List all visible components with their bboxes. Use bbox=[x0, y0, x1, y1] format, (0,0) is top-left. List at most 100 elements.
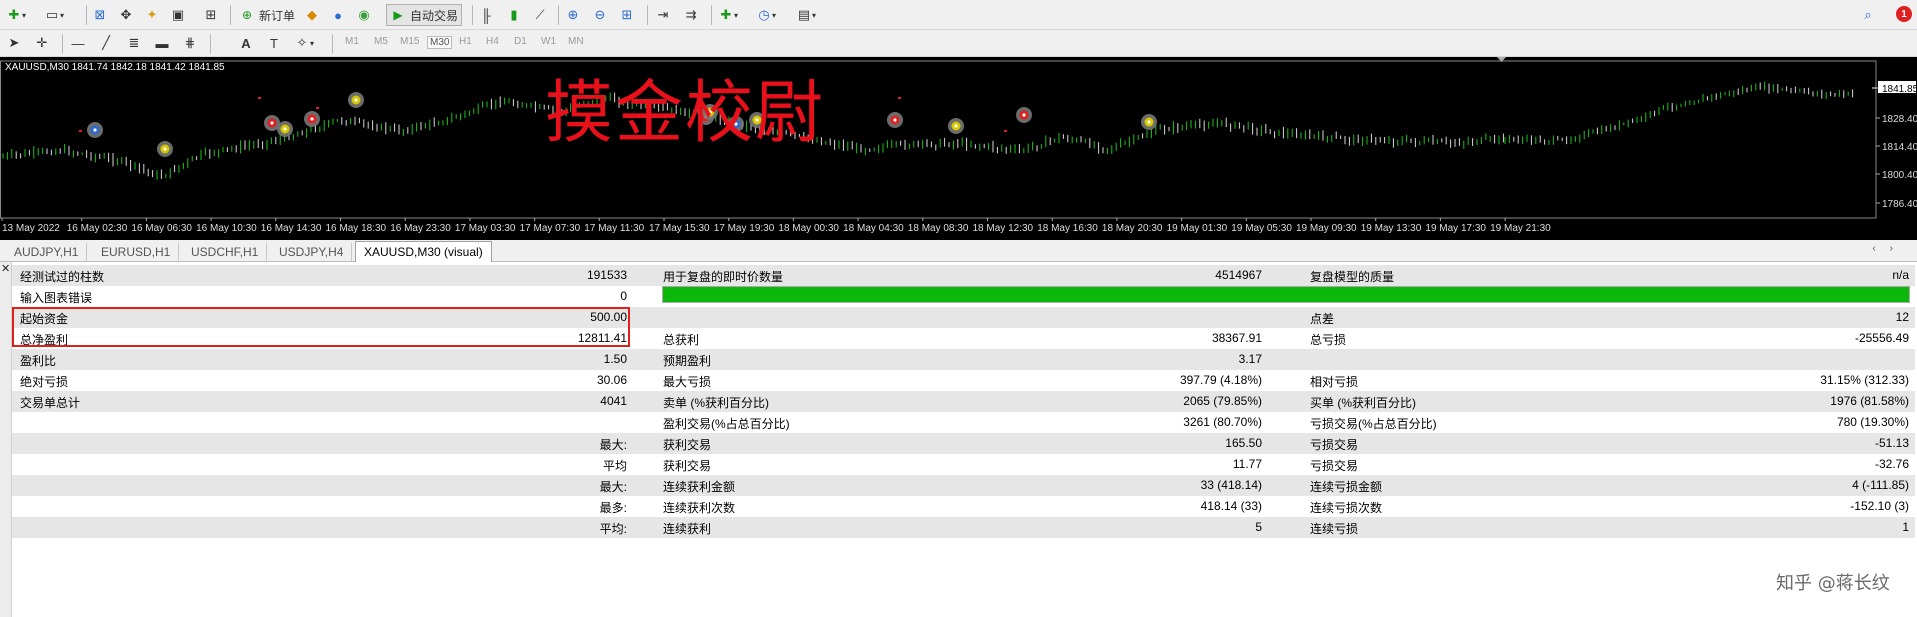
templates-button[interactable]: ▤ ▾ bbox=[796, 4, 816, 26]
auto-scroll-icon: ⇉ bbox=[685, 7, 697, 22]
total-trades-value: 4041 bbox=[600, 394, 627, 408]
shapes-button[interactable]: ✧ ▾ bbox=[294, 32, 314, 54]
tf-w1[interactable]: W1 bbox=[541, 36, 556, 47]
candlestick-button[interactable]: ▮ bbox=[506, 4, 522, 26]
tf-m15[interactable]: M15 bbox=[400, 36, 419, 47]
new-order-label: 新订单 bbox=[259, 8, 296, 23]
panel-side-strip: ✕ bbox=[0, 262, 12, 617]
tf-m1[interactable]: M1 bbox=[345, 36, 359, 47]
consecutive-wins-count-label: 连续获利次数 bbox=[663, 501, 736, 515]
notification-badge[interactable]: 1 bbox=[1896, 6, 1912, 22]
periods-button[interactable]: ◷ ▾ bbox=[756, 4, 776, 26]
data-window-button[interactable]: ✥ bbox=[118, 4, 134, 26]
time-label: 19 May 09:30 bbox=[1296, 223, 1357, 234]
maximal-label: 最多: bbox=[599, 501, 627, 515]
fibo-button[interactable]: ⋕ bbox=[182, 32, 198, 54]
auto-trading-button[interactable]: ▶ 自动交易 bbox=[386, 4, 463, 26]
time-label: 16 May 14:30 bbox=[261, 223, 322, 234]
time-label: 19 May 01:30 bbox=[1167, 223, 1228, 234]
strategy-tester-button[interactable]: ⊞ bbox=[203, 4, 219, 26]
tab-eurusd[interactable]: EURUSD,H1 bbox=[93, 243, 180, 262]
community-button[interactable]: ● bbox=[330, 4, 346, 26]
zoom-out-button[interactable]: ⊖ bbox=[592, 4, 608, 26]
star-icon: ✦ bbox=[146, 7, 158, 22]
market-watch-button[interactable]: ⊠ bbox=[92, 4, 108, 26]
tf-d1[interactable]: D1 bbox=[514, 36, 527, 47]
mismatched-errors-value: 0 bbox=[620, 289, 627, 303]
tf-m30[interactable]: M30 bbox=[427, 36, 453, 49]
search-button[interactable]: ⌕ bbox=[1860, 4, 1876, 26]
time-label: 18 May 12:30 bbox=[973, 223, 1034, 234]
bar-chart-button[interactable]: ╟ bbox=[478, 4, 494, 26]
meta-editor-button[interactable]: ◆ bbox=[304, 4, 320, 26]
text-label-button[interactable]: T bbox=[266, 32, 282, 54]
avg-consecutive-losses-label: 连续亏损 bbox=[1310, 522, 1359, 536]
tile-windows-button[interactable]: ⊞ bbox=[619, 4, 635, 26]
report-row: 平均 获利交易 11.77 亏损交易 -32.76 bbox=[12, 454, 1915, 475]
largest-profit-label: 获利交易 bbox=[663, 438, 712, 452]
footer-watermark: 知乎 @蒋长纹 bbox=[1776, 573, 1890, 594]
tf-h1[interactable]: H1 bbox=[459, 36, 472, 47]
channel-icon: ≣ bbox=[128, 35, 140, 50]
cursor-button[interactable]: ➤ bbox=[6, 32, 22, 54]
trade-marker-center bbox=[354, 98, 358, 102]
time-label: 19 May 21:30 bbox=[1490, 223, 1551, 234]
auto-trading-label: 自动交易 bbox=[410, 8, 459, 23]
zoom-in-button[interactable]: ⊕ bbox=[565, 4, 581, 26]
price-label: 1786.40 bbox=[1882, 199, 1917, 210]
new-chart-button[interactable]: ✚ ▾ bbox=[6, 4, 26, 26]
rectangle-icon: ▬ bbox=[155, 35, 169, 51]
new-order-button[interactable]: ⊕ 新订单 bbox=[236, 4, 298, 26]
spread-label: 点差 bbox=[1310, 312, 1335, 326]
tab-usdjpy[interactable]: USDJPY,H4 bbox=[271, 243, 353, 262]
tf-h4[interactable]: H4 bbox=[486, 36, 499, 47]
profiles-button[interactable]: ▭ ▾ bbox=[44, 4, 64, 26]
line-chart-button[interactable]: ⟋ bbox=[532, 4, 548, 26]
tab-xauusd-visual[interactable]: XAUUSD,M30 (visual) bbox=[355, 241, 492, 262]
candlestick-icon: ▮ bbox=[510, 7, 518, 22]
trade-marker-center bbox=[1147, 120, 1151, 124]
tf-mn[interactable]: MN bbox=[568, 36, 584, 47]
hline-button[interactable]: — bbox=[70, 32, 86, 54]
relative-drawdown-value: 31.15% (312.33) bbox=[1820, 373, 1909, 387]
order-arrow bbox=[898, 97, 901, 99]
tab-audjpy[interactable]: AUDJPY,H1 bbox=[6, 243, 88, 262]
auto-scroll-button[interactable]: ⇉ bbox=[683, 4, 699, 26]
rectangle-button[interactable]: ▬ bbox=[154, 32, 170, 54]
time-label: 17 May 11:30 bbox=[584, 223, 644, 234]
consecutive-losses-count-value: -152.10 (3) bbox=[1850, 499, 1909, 513]
order-arrow bbox=[258, 97, 261, 99]
tab-usdchf[interactable]: USDCHF,H1 bbox=[183, 243, 268, 262]
signals-button[interactable]: ◉ bbox=[356, 4, 372, 26]
indicators-button[interactable]: ✚ ▾ bbox=[718, 4, 738, 26]
clock-icon: ◷ bbox=[758, 7, 770, 22]
chart-shift-button[interactable]: ⇥ bbox=[655, 4, 671, 26]
channel-button[interactable]: ≣ bbox=[126, 32, 142, 54]
tf-m5[interactable]: M5 bbox=[374, 36, 388, 47]
text-icon: A bbox=[241, 35, 251, 51]
time-label: 19 May 17:30 bbox=[1425, 223, 1486, 234]
average-loss-label: 亏损交易 bbox=[1310, 459, 1359, 473]
trendline-button[interactable]: ╱ bbox=[98, 32, 114, 54]
short-positions-label: 卖单 (%获利百分比) bbox=[663, 396, 769, 410]
terminal-button[interactable]: ▣ bbox=[170, 4, 186, 26]
trade-marker-center bbox=[1022, 113, 1026, 117]
tile-icon: ⊞ bbox=[621, 7, 633, 22]
cursor-icon: ➤ bbox=[8, 35, 20, 50]
price-chart[interactable]: 1841.85 1828.40 1814.40 1800.40 1786.40 13 Ma… bbox=[0, 57, 1917, 240]
time-label: 16 May 18:30 bbox=[326, 223, 387, 234]
shapes-icon: ✧ bbox=[296, 35, 308, 50]
text-button[interactable]: A bbox=[238, 32, 254, 54]
report-row: 最大: 获利交易 165.50 亏损交易 -51.13 bbox=[12, 433, 1915, 454]
crosshair-button[interactable]: ✛ bbox=[34, 32, 50, 54]
price-label: 1828.40 bbox=[1882, 114, 1917, 125]
close-panel-icon[interactable]: ✕ bbox=[1, 262, 10, 275]
navigator-button[interactable]: ✦ bbox=[144, 4, 160, 26]
tab-scroll-arrows[interactable]: ‹› bbox=[1872, 243, 1907, 254]
report-row: 绝对亏损 30.06 最大亏损 397.79 (4.18%) 相对亏损 31.1… bbox=[12, 370, 1915, 391]
price-label: 1814.40 bbox=[1882, 142, 1917, 153]
time-label: 13 May 2022 bbox=[2, 223, 60, 234]
consecutive-losses-count-label: 连续亏损次数 bbox=[1310, 501, 1383, 515]
modelling-quality-value: n/a bbox=[1892, 268, 1909, 282]
auto-trading-icon: ▶ bbox=[393, 8, 403, 22]
